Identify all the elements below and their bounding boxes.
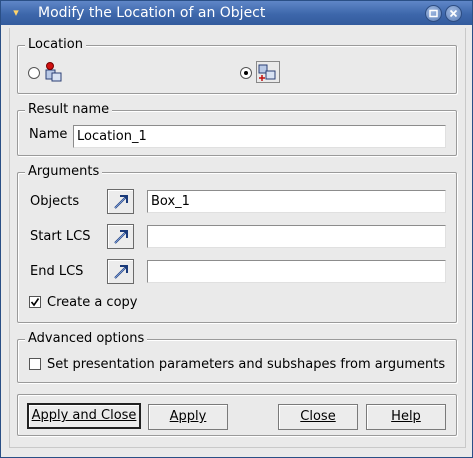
end-lcs-select-button[interactable] (107, 259, 134, 284)
checkmark-icon (30, 298, 40, 307)
name-label: Name (29, 127, 68, 142)
name-field[interactable]: Location_1 (73, 125, 446, 148)
select-arrow-icon (114, 195, 128, 209)
end-lcs-field[interactable] (147, 260, 446, 283)
title-bar[interactable]: ▾ Modify the Location of an Object (1, 1, 472, 25)
end-lcs-label: End LCS (30, 264, 84, 279)
objects-field[interactable]: Box_1 (147, 190, 446, 213)
select-arrow-icon (114, 230, 128, 244)
close-icon (449, 9, 458, 18)
start-lcs-field[interactable] (147, 225, 446, 248)
create-copy-checkbox[interactable] (29, 296, 41, 308)
objects-label: Objects (30, 194, 80, 209)
help-button[interactable]: Help (366, 404, 446, 430)
apply-and-close-button[interactable]: Apply and Close (27, 403, 141, 429)
location-lcs-radio[interactable] (240, 67, 252, 79)
objects-select-button[interactable] (107, 189, 134, 214)
location-group: Location (17, 37, 457, 94)
advanced-options-legend: Advanced options (25, 331, 148, 347)
arguments-legend: Arguments (25, 164, 103, 180)
location-coords-radio[interactable] (28, 67, 40, 79)
select-arrow-icon (114, 265, 128, 279)
location-by-coords-icon[interactable] (43, 61, 65, 83)
minimize-button[interactable] (425, 5, 442, 22)
result-name-legend: Result name (25, 102, 113, 118)
start-lcs-select-button[interactable] (107, 224, 134, 249)
close-window-button[interactable] (445, 5, 462, 22)
apply-button[interactable]: Apply (148, 404, 228, 430)
close-button[interactable]: Close (278, 404, 358, 430)
start-lcs-label: Start LCS (30, 229, 91, 244)
dialog-window: ▾ Modify the Location of an Object Locat… (0, 0, 473, 458)
minimize-icon (429, 9, 438, 18)
location-legend: Location (25, 37, 86, 53)
window-title: Modify the Location of an Object (38, 5, 266, 21)
presentation-params-label: Set presentation parameters and subshape… (47, 357, 446, 372)
create-copy-label: Create a copy (47, 295, 138, 310)
location-by-lcs-icon[interactable] (256, 61, 280, 83)
presentation-params-checkbox[interactable] (29, 358, 41, 370)
gear-icon: ▾ (13, 6, 19, 19)
